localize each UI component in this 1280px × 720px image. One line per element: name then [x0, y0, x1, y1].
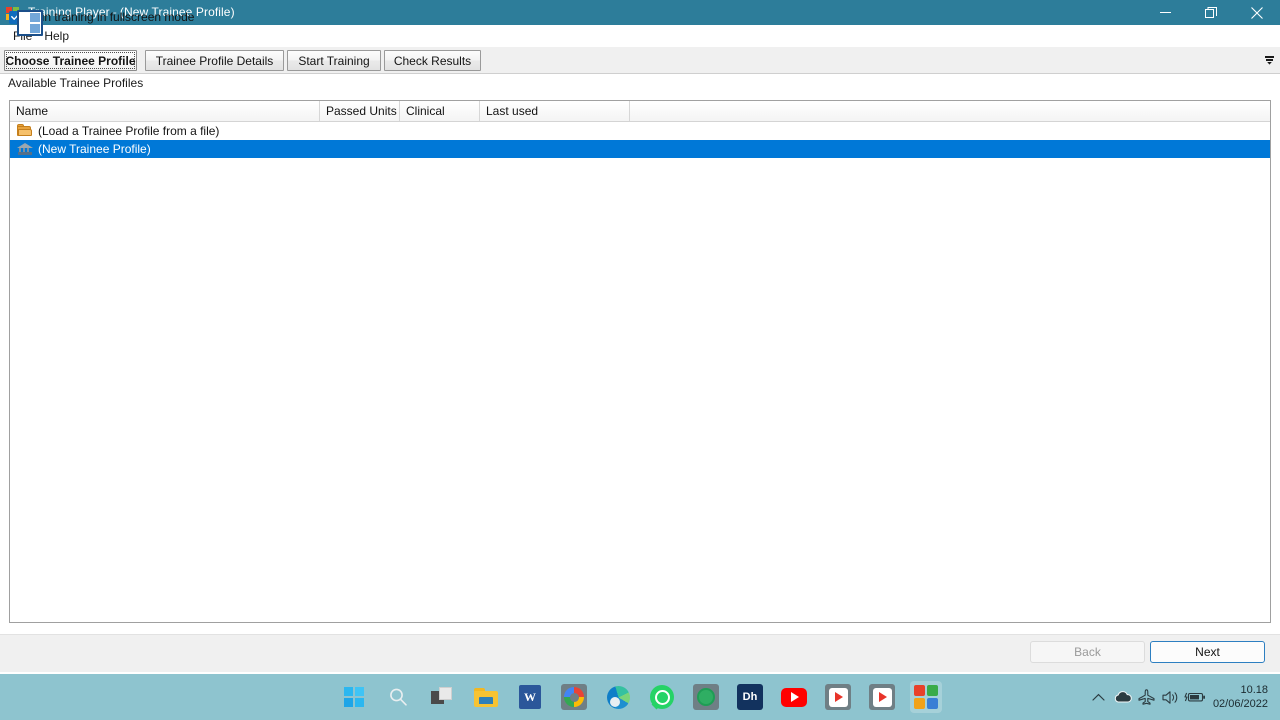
speaker-icon: [1162, 690, 1178, 704]
application-window: Training Player-(New Trainee Profile): [0, 0, 1280, 720]
airplane-icon: [1138, 689, 1155, 705]
tab-trainee-profile-details[interactable]: Trainee Profile Details: [145, 50, 284, 71]
youtube-icon: [781, 687, 807, 707]
whatsapp-button[interactable]: [646, 681, 678, 713]
search-icon: [390, 688, 407, 706]
start-button[interactable]: [338, 681, 370, 713]
trainee-profiles-list[interactable]: Name Passed Units Clinical Last used (Lo…: [9, 100, 1271, 623]
green-app-button[interactable]: [690, 681, 722, 713]
edge-icon: [606, 685, 630, 709]
task-view-icon: [431, 687, 453, 707]
row-label-new-profile: (New Trainee Profile): [38, 142, 151, 156]
dh-app-button[interactable]: Dh: [734, 681, 766, 713]
clock[interactable]: 10.18 02/06/2022: [1207, 683, 1280, 711]
play-icon-tile-1: [825, 684, 851, 710]
list-header-row: Name Passed Units Clinical Last used: [10, 101, 1270, 122]
green-circle-icon-tile: [693, 684, 719, 710]
google-icon-tile: [561, 684, 587, 710]
column-header-empty[interactable]: [630, 101, 1270, 121]
chevron-down-icon: [1264, 56, 1274, 65]
table-row[interactable]: (New Trainee Profile): [10, 140, 1270, 158]
menu-bar: File Help: [0, 25, 1280, 47]
section-label-available-profiles: Available Trainee Profiles: [8, 76, 144, 90]
google-icon: [564, 687, 584, 707]
media-player-button-1[interactable]: [822, 681, 854, 713]
folder-icon: [17, 124, 33, 138]
restore-button[interactable]: [1188, 0, 1234, 25]
battery-icon: [1184, 692, 1205, 702]
play-icon: [828, 687, 848, 707]
chevron-up-icon: [1092, 693, 1106, 701]
word-button[interactable]: W: [514, 681, 546, 713]
google-button[interactable]: [558, 681, 590, 713]
dh-icon: Dh: [737, 684, 763, 710]
window-controls: [1142, 0, 1280, 25]
table-row[interactable]: (Load a Trainee Profile from a file): [10, 122, 1270, 140]
menu-item-help[interactable]: Help: [38, 27, 75, 45]
tab-overflow-button[interactable]: [1261, 52, 1277, 69]
system-tray: 10.18 02/06/2022: [1087, 674, 1280, 720]
play-icon-tile-2: [869, 684, 895, 710]
restore-icon: [1205, 6, 1217, 18]
play-icon: [872, 687, 892, 707]
media-player-button-2[interactable]: [866, 681, 898, 713]
tab-choose-trainee-profile[interactable]: Choose Trainee Profile: [4, 50, 137, 71]
widgets-button[interactable]: [17, 10, 43, 36]
volume-button[interactable]: [1159, 674, 1183, 720]
column-header-clinical[interactable]: Clinical: [400, 101, 480, 121]
new-profile-icon: [17, 142, 33, 156]
whatsapp-icon: [650, 685, 674, 709]
green-circle-icon: [697, 688, 715, 706]
close-button[interactable]: [1234, 0, 1280, 25]
windows-start-icon: [344, 687, 364, 707]
column-header-last-used[interactable]: Last used: [480, 101, 630, 121]
search-button[interactable]: [382, 681, 414, 713]
onedrive-button[interactable]: [1111, 674, 1135, 720]
tab-check-results[interactable]: Check Results: [384, 50, 481, 71]
battery-button[interactable]: [1183, 674, 1207, 720]
network-button[interactable]: [1135, 674, 1159, 720]
show-hidden-icons-button[interactable]: [1087, 674, 1111, 720]
folder-icon: [474, 687, 498, 707]
cloud-icon: [1114, 691, 1132, 703]
clock-date: 02/06/2022: [1212, 698, 1268, 710]
row-label-load-profile: (Load a Trainee Profile from a file): [38, 124, 220, 138]
close-icon: [1251, 6, 1263, 19]
training-player-button[interactable]: [910, 681, 942, 713]
clock-time: 10.18: [1240, 684, 1268, 696]
youtube-button[interactable]: [778, 681, 810, 713]
puzzle-icon: [914, 685, 938, 709]
column-header-passed-units[interactable]: Passed Units: [320, 101, 400, 121]
minimize-icon: [1159, 12, 1171, 13]
tab-start-training[interactable]: Start Training: [287, 50, 381, 71]
minimize-button[interactable]: [1142, 0, 1188, 25]
back-button[interactable]: Back: [1030, 641, 1145, 663]
column-header-name[interactable]: Name: [10, 101, 320, 121]
list-body: (Load a Trainee Profile from a file) (Ne…: [10, 122, 1270, 158]
next-button[interactable]: Next: [1150, 641, 1265, 663]
edge-button[interactable]: [602, 681, 634, 713]
tab-strip: Choose Trainee Profile Trainee Profile D…: [0, 47, 1280, 74]
word-icon: W: [519, 685, 541, 709]
file-explorer-button[interactable]: [470, 681, 502, 713]
task-view-button[interactable]: [426, 681, 458, 713]
fullscreen-checkbox-label: Run training in fullscreen mode: [29, 10, 195, 24]
